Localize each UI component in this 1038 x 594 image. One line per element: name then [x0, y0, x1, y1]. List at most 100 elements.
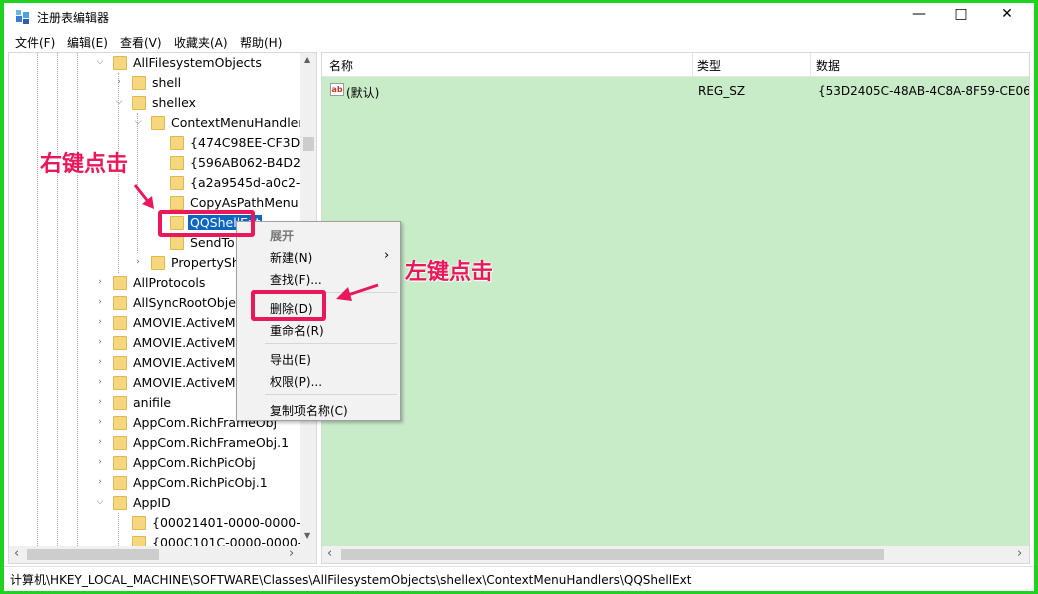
folder-icon: [170, 136, 184, 150]
menu-view[interactable]: 查看(V): [120, 34, 162, 51]
close-button[interactable]: ✕: [984, 3, 1030, 27]
values-list[interactable]: 名称 类型 数据 ab (默认) REG_SZ {53D2405C-48AB-4…: [321, 52, 1030, 564]
folder-icon: [170, 236, 184, 250]
annotation-left-click: 左键点击: [405, 260, 494, 285]
menu-file[interactable]: 文件(F): [15, 34, 55, 51]
tree-item-label: anifile: [133, 395, 172, 410]
arrow-icon: [336, 283, 379, 301]
tree-item-label: AllFilesystemObjects: [133, 55, 262, 70]
tree-item-label: {00021401-0000-0000-C000: [152, 515, 317, 530]
scroll-down-arrow-icon[interactable]: ▼: [304, 531, 310, 540]
tree-item[interactable]: › AppCom.RichFrameObj.1: [9, 433, 309, 453]
scroll-right-arrow-icon[interactable]: ›: [289, 546, 294, 561]
folder-icon: [113, 496, 127, 510]
menu-item-copy-key-name[interactable]: 复制项名称(C): [270, 402, 348, 419]
tree-scroll-thumb[interactable]: [303, 137, 314, 151]
folder-icon: [170, 196, 184, 210]
folder-icon: [113, 316, 127, 330]
tree-item-label: {596AB062-B4D2-4: [190, 155, 314, 170]
value-name: (默认): [346, 86, 380, 100]
tree-horizontal-scrollbar[interactable]: ‹ ›: [9, 546, 316, 563]
tree-item[interactable]: ⌵ AllFilesystemObjects: [9, 53, 309, 73]
tree-item[interactable]: › AppCom.RichPicObj.1: [9, 473, 309, 493]
tree-item[interactable]: › shell: [9, 73, 309, 93]
menu-separator: [265, 394, 397, 395]
collapse-chevron-icon[interactable]: ⌵: [133, 116, 143, 128]
string-value-icon: ab: [330, 83, 344, 96]
folder-icon: [132, 516, 146, 530]
folder-icon: [113, 456, 127, 470]
expand-chevron-icon[interactable]: ›: [95, 296, 105, 308]
folder-icon: [113, 296, 127, 310]
folder-icon: [113, 416, 127, 430]
folder-icon: [170, 176, 184, 190]
context-menu[interactable]: 展开 新建(N) › 查找(F)... 删除(D) 重命名(R) 导出(E) 权…: [236, 221, 401, 421]
menu-item-rename[interactable]: 重命名(R): [270, 322, 324, 339]
column-header-name[interactable]: 名称: [329, 57, 353, 74]
collapse-chevron-icon[interactable]: ⌵: [95, 496, 105, 508]
list-hscroll-thumb[interactable]: [341, 549, 884, 560]
scroll-left-arrow-icon[interactable]: ‹: [327, 546, 332, 561]
folder-icon: [151, 116, 165, 130]
expand-chevron-icon[interactable]: ›: [95, 336, 105, 348]
tree-item-label: AllProtocols: [133, 275, 206, 290]
expand-chevron-icon[interactable]: ›: [95, 276, 105, 288]
regedit-window: 注册表编辑器 — □ ✕ 文件(F) 编辑(E) 查看(V) 收藏夹(A) 帮助…: [4, 3, 1034, 591]
menu-item-permissions[interactable]: 权限(P)...: [270, 373, 322, 390]
folder-icon: [113, 476, 127, 490]
expand-chevron-icon[interactable]: ›: [133, 256, 143, 268]
menu-item-find[interactable]: 查找(F)...: [270, 271, 322, 288]
tree-item-label: {474C98EE-CF3D-41: [190, 135, 317, 150]
window-title: 注册表编辑器: [37, 11, 110, 25]
column-divider[interactable]: [810, 53, 811, 77]
tree-item-label: AppCom.RichFrameObj.1: [133, 435, 290, 450]
highlight-box-delete: [251, 290, 326, 321]
minimize-button[interactable]: —: [896, 3, 942, 27]
collapse-chevron-icon[interactable]: ⌵: [114, 96, 124, 108]
menu-favorites[interactable]: 收藏夹(A): [174, 34, 228, 51]
menu-help[interactable]: 帮助(H): [240, 34, 282, 51]
tree-item-label: {a2a9545d-a0c2-42: [190, 175, 317, 190]
tree-item[interactable]: ⌵ shellex: [9, 93, 309, 113]
value-data: {53D2405C-48AB-4C8A-8F59-CE0610: [818, 84, 1030, 98]
maximize-button[interactable]: □: [938, 3, 984, 27]
folder-icon: [151, 256, 165, 270]
title-bar: 注册表编辑器 — □ ✕: [4, 3, 1034, 31]
collapse-chevron-icon[interactable]: ⌵: [95, 56, 105, 68]
folder-icon: [170, 156, 184, 170]
annotation-right-click: 右键点击: [40, 152, 129, 177]
tree-item[interactable]: ⌵ AppID: [9, 493, 309, 513]
tree-item-label: shellex: [152, 95, 196, 110]
menu-item-new[interactable]: 新建(N): [270, 249, 312, 266]
expand-chevron-icon[interactable]: ›: [95, 316, 105, 328]
expand-chevron-icon[interactable]: ›: [95, 456, 105, 468]
expand-chevron-icon[interactable]: ›: [95, 356, 105, 368]
list-horizontal-scrollbar[interactable]: ‹ ›: [322, 546, 1029, 563]
menu-item-expand[interactable]: 展开: [270, 227, 294, 244]
scroll-up-arrow-icon[interactable]: ▲: [304, 55, 310, 64]
highlight-box-qqshellext: [158, 210, 255, 237]
scroll-right-arrow-icon[interactable]: ›: [1017, 546, 1022, 561]
arrow-icon: [133, 184, 154, 209]
tree-hscroll-thumb[interactable]: [27, 549, 159, 560]
expand-chevron-icon[interactable]: ›: [95, 376, 105, 388]
value-type: REG_SZ: [698, 84, 746, 98]
menu-separator: [265, 343, 397, 344]
scroll-left-arrow-icon[interactable]: ‹: [14, 546, 19, 561]
list-header: 名称 类型 数据: [322, 53, 1029, 77]
tree-item[interactable]: ⌵ ContextMenuHandlers: [9, 113, 310, 133]
column-divider[interactable]: [692, 53, 693, 77]
folder-icon: [113, 376, 127, 390]
tree-item[interactable]: {00021401-0000-0000-C000: [9, 513, 316, 533]
expand-chevron-icon[interactable]: ›: [95, 396, 105, 408]
tree-item[interactable]: › AppCom.RichPicObj: [9, 453, 309, 473]
expand-chevron-icon[interactable]: ›: [95, 416, 105, 428]
expand-chevron-icon[interactable]: ›: [114, 76, 124, 88]
menu-edit[interactable]: 编辑(E): [67, 34, 108, 51]
expand-chevron-icon[interactable]: ›: [95, 476, 105, 488]
column-header-type[interactable]: 类型: [697, 57, 721, 74]
menu-item-export[interactable]: 导出(E): [270, 351, 311, 368]
tree-item-label: AppCom.RichPicObj.1: [133, 475, 268, 490]
expand-chevron-icon[interactable]: ›: [95, 436, 105, 448]
column-header-data[interactable]: 数据: [816, 57, 840, 74]
